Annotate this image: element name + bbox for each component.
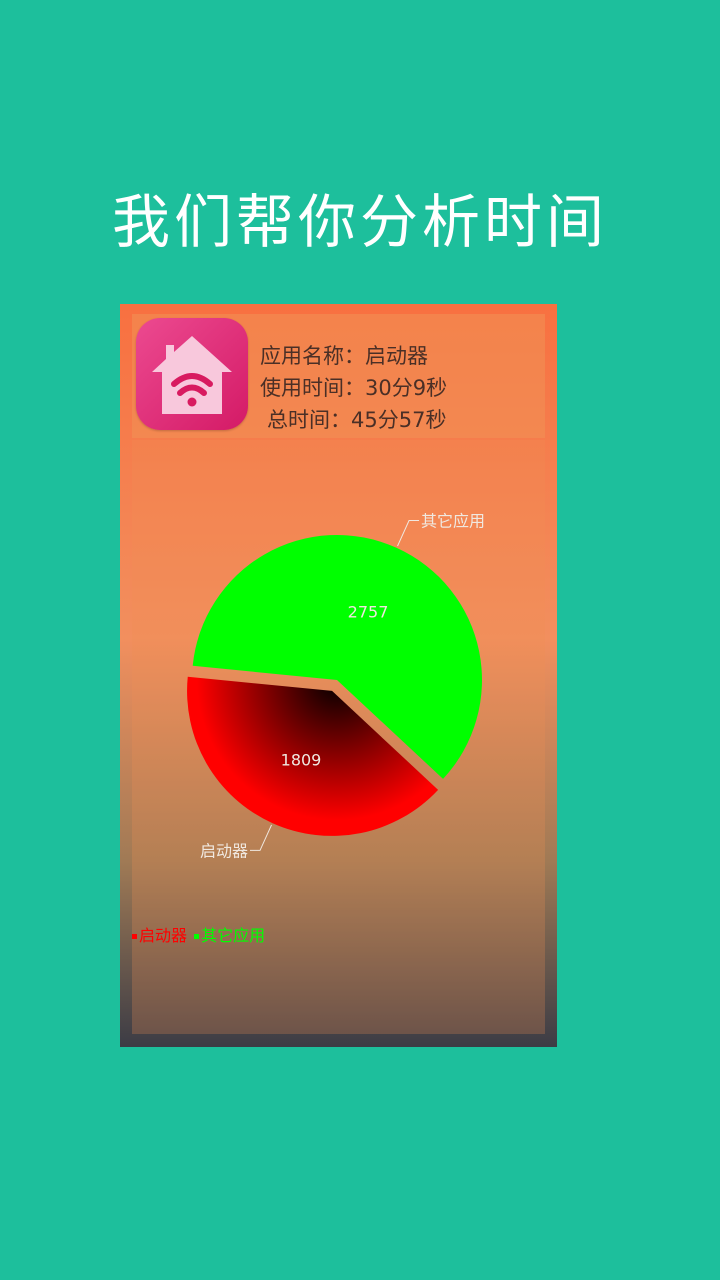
legend-item-other: 其它应用 [194,922,265,946]
legend-swatch-other [194,934,200,939]
legend-label-launcher: 启动器 [139,926,188,945]
app-info-panel: 应用名称：启动器 使用时间：30分9秒 总时间：45分57秒 [132,314,545,438]
pie-value-label-1: 2757 [348,602,389,621]
usage-time-text: 使用时间：30分9秒 [260,376,448,400]
pie-leader-line-1 [397,520,420,547]
legend-item-launcher: 启动器 [132,922,187,946]
chart-panel: 1809 启动器 2757 其它应用 启动器 其它应用 [132,440,545,1034]
usage-card: 应用名称：启动器 使用时间：30分9秒 总时间：45分57秒 1809 启动器 27… [120,304,557,1047]
chart-legend: 启动器 其它应用 [132,922,267,946]
pie-leader-line-0 [250,824,272,851]
pie-category-label-1: 其它应用 [421,512,485,531]
legend-swatch-launcher [132,934,137,939]
pie-chart: 1809 启动器 2757 其它应用 [187,512,485,860]
pie-category-label-0: 启动器 [200,841,248,860]
app-info-lines: 应用名称：启动器 使用时间：30分9秒 总时间：45分57秒 [260,340,447,436]
home-wifi-icon [136,318,248,430]
total-time-text: 总时间：45分57秒 [267,408,447,432]
legend-label-other: 其它应用 [201,926,266,945]
page-headline: 我们帮你分析时间 [111,188,608,256]
app-name-text: 应用名称：启动器 [260,344,428,368]
pie-value-label-0: 1809 [281,751,322,770]
